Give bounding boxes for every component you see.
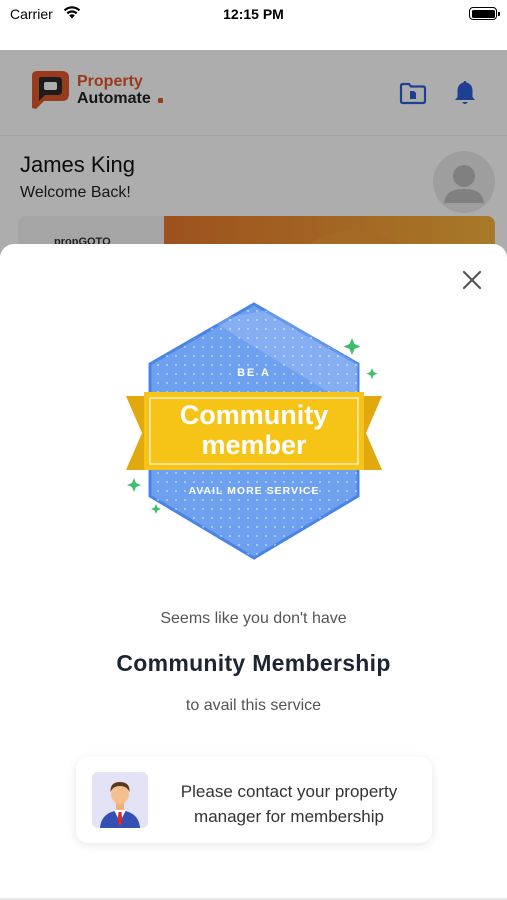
badge-bottom-text: AVAIL MORE SERVICE [189, 485, 320, 497]
contact-text-line2: manager for membership [194, 807, 384, 826]
badge-title-line2: member [201, 430, 307, 460]
contact-manager-text: Please contact your property manager for… [158, 779, 420, 829]
status-bar: Carrier 12:15 PM [0, 0, 507, 28]
membership-modal: BE A Community member AVAIL MORE SERVICE… [0, 244, 507, 900]
no-membership-message: Seems like you don't have [160, 610, 347, 627]
clock: 12:15 PM [223, 6, 284, 22]
close-icon[interactable] [458, 266, 486, 294]
badge-top-text: BE A [237, 367, 271, 379]
contact-manager-card: Please contact your property manager for… [76, 757, 432, 843]
badge-title-line1: Community [180, 400, 329, 430]
manager-avatar-icon [92, 772, 148, 828]
avail-service-message: to avail this service [185, 697, 322, 714]
membership-title: Community Membership [116, 650, 391, 676]
community-member-badge: BE A Community member AVAIL MORE SERVICE [126, 302, 382, 560]
battery-icon [469, 7, 500, 20]
contact-text-line1: Please contact your property [180, 782, 398, 801]
